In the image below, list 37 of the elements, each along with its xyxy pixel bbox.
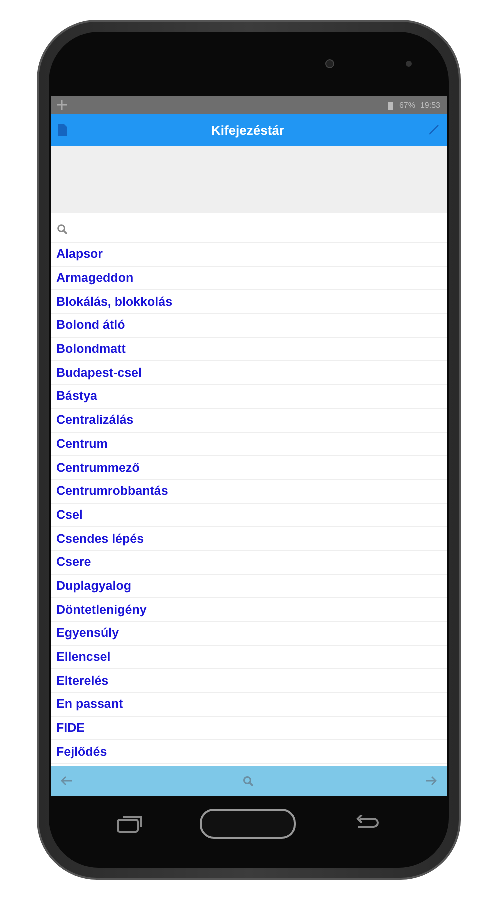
term-link[interactable]: Bolond átló bbox=[56, 318, 126, 332]
forward-arrow-icon[interactable] bbox=[424, 776, 436, 786]
term-link[interactable]: Egyensúly bbox=[56, 626, 120, 640]
term-link[interactable]: Csel bbox=[56, 508, 83, 522]
term-link[interactable]: En passant bbox=[56, 697, 124, 712]
battery-level: 67% bbox=[399, 100, 416, 110]
term-link[interactable]: Blokálás, blokkolás bbox=[56, 294, 173, 309]
document-icon[interactable] bbox=[56, 123, 68, 137]
term-link[interactable]: Armageddon bbox=[56, 271, 134, 286]
home-button[interactable] bbox=[200, 809, 296, 839]
battery-icon bbox=[388, 100, 394, 110]
crosshair-icon bbox=[56, 100, 66, 110]
camera-icon bbox=[324, 59, 334, 69]
term-link[interactable]: Duplagyalog bbox=[56, 578, 132, 593]
app-title: Kifejezéstár bbox=[212, 122, 284, 138]
search-icon bbox=[56, 224, 68, 234]
term-link[interactable]: Bástya bbox=[56, 389, 98, 404]
term-link[interactable]: Csendes lépés bbox=[56, 532, 144, 546]
term-link[interactable]: FIDE bbox=[56, 721, 85, 736]
term-link[interactable]: Alapsor bbox=[56, 247, 104, 262]
term-link[interactable]: Centralizálás bbox=[56, 413, 134, 428]
term-link[interactable]: Ellencsel bbox=[56, 650, 111, 664]
term-link[interactable]: Centrummező bbox=[56, 460, 140, 475]
term-link[interactable]: Fejlődés bbox=[56, 744, 108, 759]
term-link[interactable]: Döntetlenigény bbox=[56, 602, 147, 617]
term-link[interactable]: Csere bbox=[56, 555, 92, 570]
sensor-icon bbox=[404, 60, 412, 68]
term-link[interactable]: Centrumrobbantás bbox=[56, 484, 168, 498]
pencil-icon[interactable] bbox=[428, 124, 440, 136]
clock: 19:53 bbox=[420, 100, 440, 110]
term-link[interactable]: Centrum bbox=[56, 436, 108, 451]
back-arrow-icon[interactable] bbox=[60, 776, 72, 786]
term-link[interactable]: Budapest-csel bbox=[56, 366, 142, 380]
recent-apps-icon[interactable] bbox=[117, 815, 144, 833]
term-link[interactable]: Bolondmatt bbox=[56, 342, 126, 356]
term-link[interactable]: Elterelés bbox=[56, 674, 109, 688]
search-icon[interactable] bbox=[243, 776, 254, 786]
